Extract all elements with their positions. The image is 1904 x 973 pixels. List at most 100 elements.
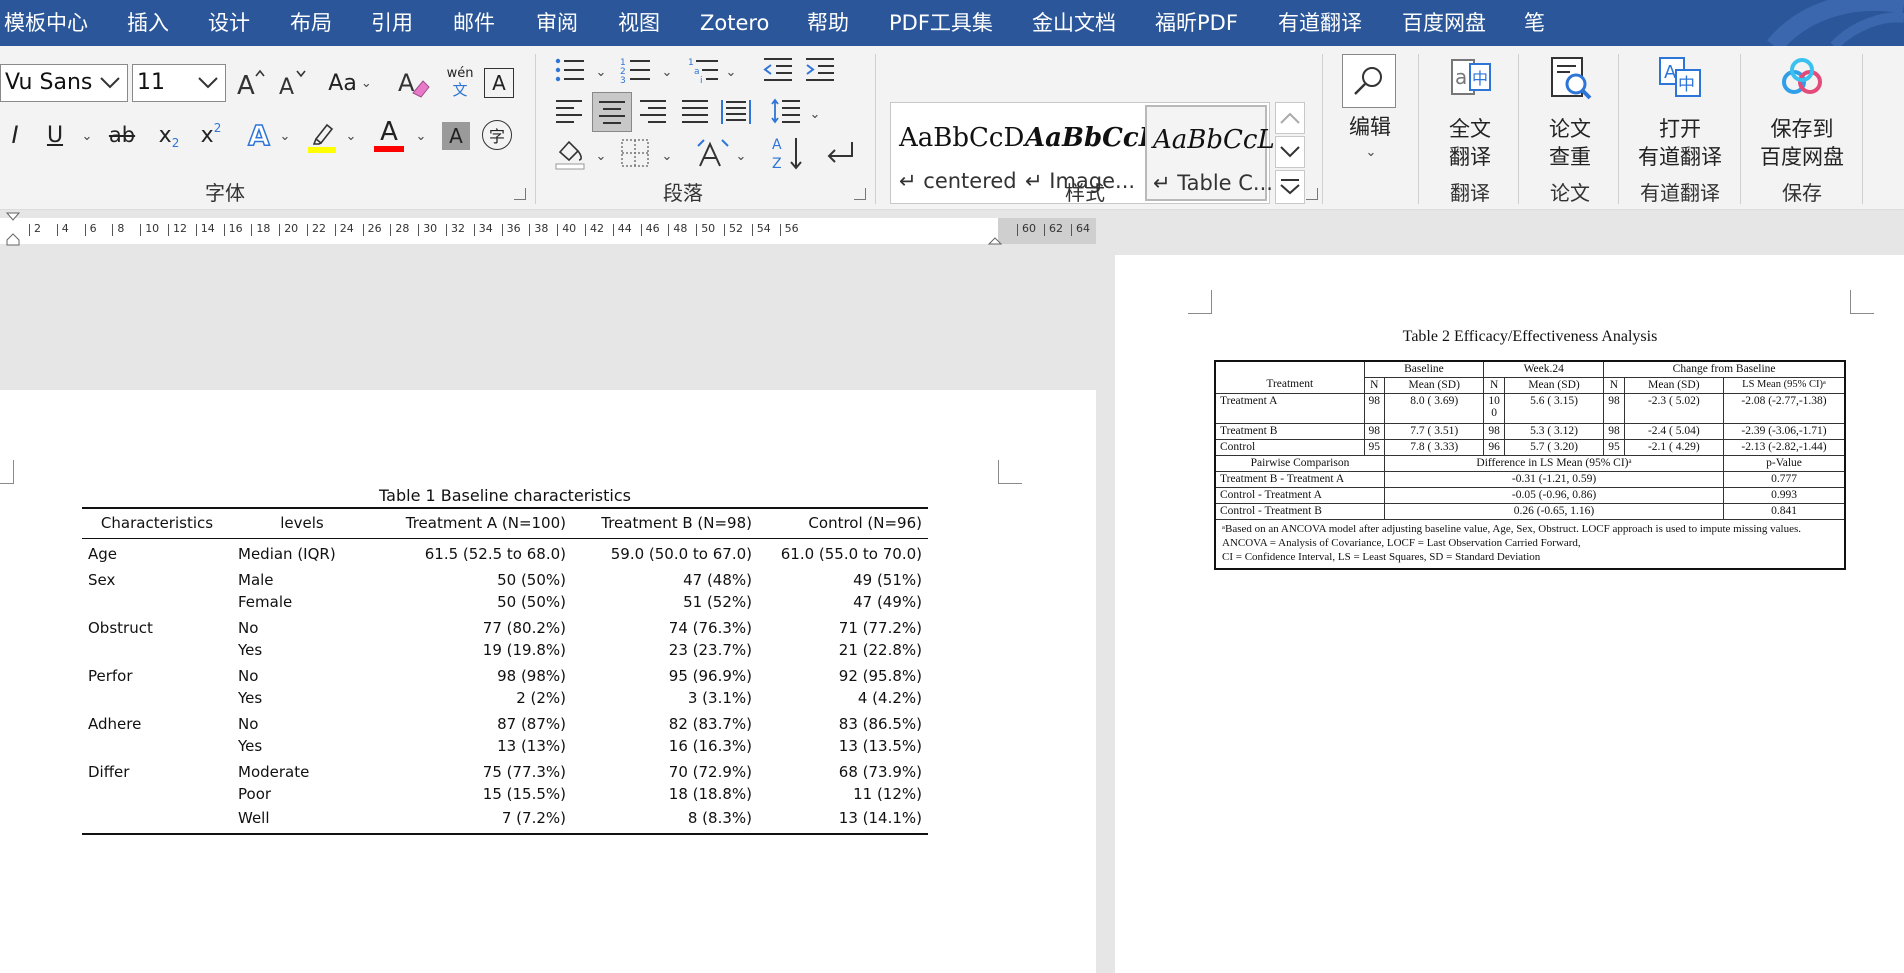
ruler-tick-mark [473, 224, 475, 236]
horizontal-ruler[interactable]: 2 4 6 8 10 12 14 16 18 20 22 24 26 28 30 32 34 36 38 40 42 44… [0, 210, 1096, 250]
font-color-button[interactable]: A [372, 116, 406, 154]
chevron-down-icon[interactable]: ⌄ [808, 104, 822, 124]
svg-text:A: A [398, 69, 415, 97]
subscript-button[interactable]: x2 [152, 118, 186, 152]
chevron-down-icon[interactable]: ⌄ [278, 126, 292, 146]
character-shading-button[interactable]: A [442, 122, 470, 150]
chevron-down-icon[interactable]: ⌄ [414, 126, 428, 146]
menu-zotero[interactable]: Zotero [700, 8, 769, 38]
align-right-icon[interactable] [638, 98, 668, 124]
ruler-tick-mark [1017, 224, 1018, 236]
menu-references[interactable]: 引用 [371, 8, 413, 38]
find-button[interactable] [1342, 54, 1396, 108]
multilevel-list-icon[interactable]: 1ai [688, 56, 720, 84]
edit-label[interactable]: 编辑 [1342, 112, 1398, 140]
shrink-font-button[interactable]: A [276, 64, 310, 102]
table-cell: No [238, 667, 259, 685]
table-cell [82, 590, 232, 614]
change-case-button[interactable]: Aa ⌄ [320, 64, 380, 102]
highlight-color-button[interactable] [306, 118, 338, 154]
strikethrough-button[interactable]: ab [104, 118, 140, 152]
ruler-tick-mark [390, 224, 392, 236]
align-left-icon[interactable] [554, 98, 584, 124]
styles-dialog-launcher-icon[interactable] [1306, 188, 1318, 200]
strikethrough-label: ab [108, 123, 136, 147]
menu-pen[interactable]: 笔 [1524, 8, 1545, 38]
font-name-combo[interactable]: Vu Sans [0, 64, 128, 102]
menu-review[interactable]: 审阅 [536, 8, 578, 38]
chevron-down-icon[interactable]: ⌄ [660, 62, 674, 82]
styles-scroll-up-button[interactable] [1275, 102, 1305, 134]
table-cell: Median (IQR) [238, 545, 336, 564]
styles-scroll-down-button[interactable] [1275, 136, 1305, 168]
phonetic-guide-button[interactable]: wén 文 [442, 62, 478, 102]
decrease-indent-icon[interactable] [762, 56, 794, 84]
plagiarism-check-button[interactable]: 论文 查重 [1532, 54, 1608, 171]
sort-icon[interactable]: A Z [770, 134, 804, 172]
font-size-combo[interactable]: 11 [132, 64, 226, 102]
open-youdao-button[interactable]: A 中 打开 有道翻译 [1630, 54, 1730, 171]
font-dialog-launcher-icon[interactable] [514, 188, 526, 200]
ruler-tick-label: 30 [423, 222, 438, 235]
chevron-down-icon[interactable]: ⌄ [80, 126, 94, 146]
table-cell: 98 [1603, 422, 1625, 440]
increase-indent-icon[interactable] [804, 56, 836, 84]
bullets-icon[interactable] [554, 56, 586, 84]
menu-view[interactable]: 视图 [618, 8, 660, 38]
grow-font-button[interactable]: A [234, 64, 268, 102]
line-spacing-icon[interactable] [770, 96, 802, 126]
styles-more-button[interactable] [1275, 170, 1305, 204]
show-paragraph-marks-icon[interactable] [822, 138, 856, 170]
italic-label: I [11, 121, 19, 149]
text-effects-button[interactable]: A [244, 118, 274, 153]
indent-marker-icon[interactable] [6, 212, 20, 252]
borders-icon[interactable] [620, 138, 650, 168]
underline-button[interactable]: U [40, 118, 70, 152]
style-preview: AaBbCcL [1025, 123, 1157, 153]
character-border-button[interactable]: A [484, 68, 514, 98]
enclose-characters-button[interactable]: 字 [482, 120, 512, 150]
italic-button[interactable]: I [2, 118, 28, 152]
asian-layout-icon[interactable] [696, 136, 730, 170]
menu-kingsoft-docs[interactable]: 金山文档 [1032, 8, 1116, 38]
table-row: Adhere No 87 (87%) 82 (83.7%) 83 (86.5%) [82, 710, 928, 734]
chevron-down-icon[interactable]: ⌄ [344, 126, 358, 146]
chevron-down-icon[interactable]: ⌄ [660, 146, 674, 166]
style-tile-table-caption[interactable]: AaBbCcL ↵ Table C... [1145, 105, 1275, 201]
menu-insert[interactable]: 插入 [127, 8, 169, 38]
full-text-translate-button[interactable]: a 中 全文 翻译 [1432, 54, 1508, 171]
chevron-down-icon[interactable]: ⌄ [594, 62, 608, 82]
superscript-button[interactable]: x2 [194, 118, 228, 152]
ruler-tick-mark [29, 224, 30, 236]
align-center-button[interactable] [592, 92, 632, 132]
menu-help[interactable]: 帮助 [807, 8, 849, 38]
shading-icon[interactable] [554, 136, 586, 170]
menu-foxit-pdf[interactable]: 福昕PDF [1155, 8, 1238, 38]
ruler-tick-label: 38 [534, 222, 549, 235]
chevron-down-icon[interactable]: ⌄ [724, 62, 738, 82]
paragraph-dialog-launcher-icon[interactable] [854, 188, 866, 200]
clear-formatting-button[interactable]: A [396, 64, 432, 102]
table-cell: 0.841 [1723, 502, 1846, 520]
chevron-down-icon[interactable]: ⌄ [1364, 142, 1378, 162]
menu-mailings[interactable]: 邮件 [453, 8, 495, 38]
ruler-tick-mark [668, 224, 670, 236]
menu-baidu-pan[interactable]: 百度网盘 [1402, 8, 1486, 38]
right-indent-marker-icon[interactable] [988, 232, 1002, 246]
menu-pdf-tools[interactable]: PDF工具集 [889, 8, 993, 38]
chevron-down-icon[interactable]: ⌄ [734, 146, 748, 166]
style-tile-centered[interactable]: AaBbCcD ↵ centered [893, 105, 1024, 201]
menu-youdao[interactable]: 有道翻译 [1278, 8, 1362, 38]
justify-icon[interactable] [680, 98, 710, 124]
menu-template-center[interactable]: 模板中心 [4, 8, 88, 38]
table-cell: 7.7 ( 3.51) [1384, 422, 1485, 440]
ruler-tick-mark [362, 224, 364, 236]
chevron-down-icon[interactable]: ⌄ [594, 146, 608, 166]
table-cell: Control - Treatment B [1214, 502, 1386, 520]
numbering-icon[interactable]: 123 [620, 56, 652, 84]
menu-design[interactable]: 设计 [208, 8, 250, 38]
table-cell: -2.08 (-2.77,-1.38) [1723, 392, 1846, 424]
distributed-icon[interactable] [720, 96, 752, 126]
save-to-baidu-pan-button[interactable]: 保存到 百度网盘 [1752, 54, 1852, 171]
menu-layout[interactable]: 布局 [290, 8, 332, 38]
